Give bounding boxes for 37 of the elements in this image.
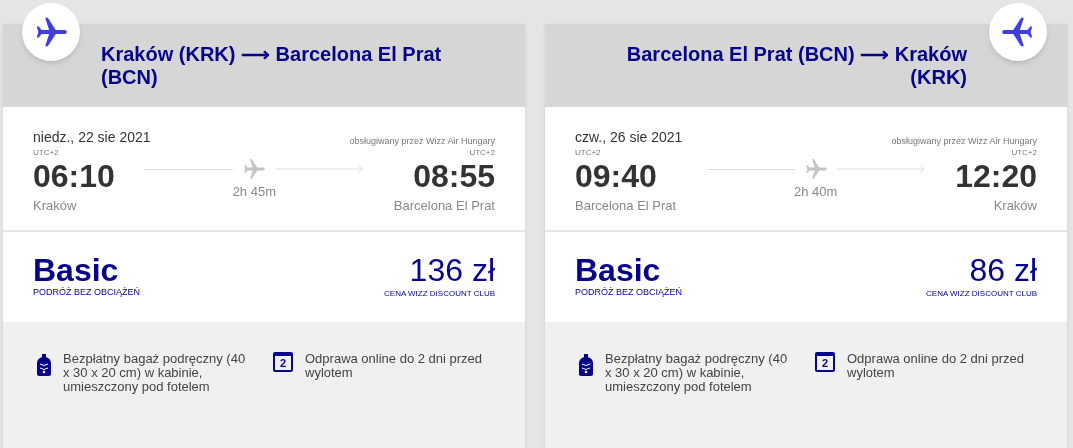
route-title: Kraków (KRK) ⟶ Barcelona El Prat (BCN) (101, 42, 443, 89)
timezone-label: UTC+2 (1011, 148, 1037, 158)
departure-time: 09:40 (575, 158, 658, 194)
departure-city: Barcelona El Prat (575, 197, 677, 215)
price-note: CENA WIZZ DISCOUNT CLUB (926, 288, 1037, 300)
timezone-label: UTC+2 (575, 148, 602, 158)
timezone-label: UTC+2 (33, 148, 60, 158)
departure-city: Kraków (33, 197, 78, 215)
arrival-city: Barcelona El Prat (393, 197, 495, 215)
feature-text: Bezpłatny bagaż podręczny (40 x 30 x 20 cm) w kabinie, umieszczony pod fotelem (605, 352, 789, 394)
fare-note: PODRÓŻ BEZ OBCIĄŻEŃ (33, 286, 140, 299)
operator-text: obsługiwany przez Wizz Air Hungary (349, 134, 495, 148)
route-title: Barcelona El Prat (BCN) ⟶ Kraków (KRK) (625, 42, 967, 89)
backpack-icon (579, 354, 593, 376)
feature-text: Odprawa online do 2 dni przed wylotem (847, 352, 1026, 380)
flight-duration: 2h 45m (232, 183, 276, 201)
price-note: CENA WIZZ DISCOUNT CLUB (384, 288, 495, 300)
price: 86 zł (969, 254, 1037, 286)
fare-name: Basic (33, 254, 119, 286)
flight-duration: 2h 40m (793, 183, 838, 201)
fare-name: Basic (575, 254, 661, 286)
operator-text: obsługiwany przez Wizz Air Hungary (891, 134, 1037, 148)
flight-date: niedz., 22 sie 2021 (33, 128, 151, 147)
feature-text: Bezpłatny bagaż podręczny (40 x 30 x 20 cm) w kabinie, umieszczony pod fotelem (63, 352, 247, 394)
calendar-icon: 2 (815, 352, 835, 372)
backpack-icon (37, 354, 51, 376)
arrival-city: Kraków (993, 197, 1037, 215)
feature-text: Odprawa online do 2 dni przed wylotem (305, 352, 484, 380)
price: 136 zł (409, 254, 495, 286)
arrival-time: 12:20 (955, 158, 1037, 194)
calendar-icon: 2 (273, 352, 293, 372)
timezone-label: UTC+2 (469, 148, 495, 158)
flight-date: czw., 26 sie 2021 (575, 128, 683, 147)
fare-note: PODRÓŻ BEZ OBCIĄŻEŃ (575, 286, 682, 299)
departure-time: 06:10 (33, 158, 115, 194)
arrival-time: 08:55 (413, 158, 495, 194)
plane-icon (241, 156, 268, 182)
